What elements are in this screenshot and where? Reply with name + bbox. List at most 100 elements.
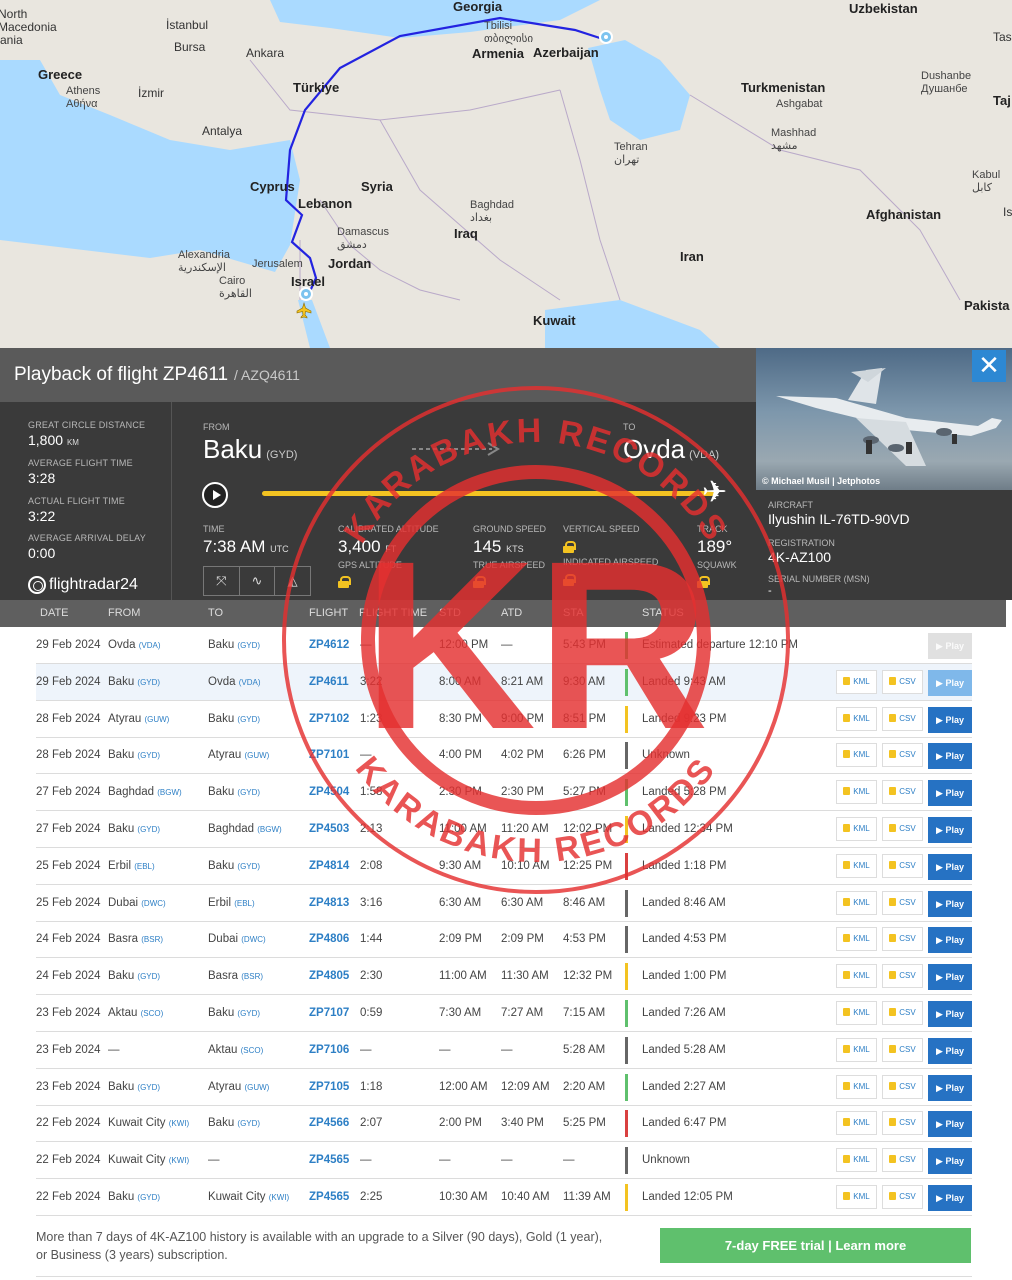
kml-button[interactable]: KML [836, 1074, 877, 1099]
csv-button[interactable]: CSV [882, 853, 923, 878]
row-to[interactable]: Erbil (EBL) [208, 897, 255, 909]
row-flight-number[interactable]: ZP4805 [309, 970, 349, 982]
row-from[interactable]: Baku (GYD) [108, 970, 160, 982]
table-row[interactable]: 24 Feb 2024 Basra (BSR) Dubai (DWC) ZP4806 1… [36, 921, 972, 959]
free-trial-button[interactable]: 7-day FREE trial | Learn more [660, 1228, 971, 1263]
csv-button[interactable]: CSV [882, 1148, 923, 1173]
row-from[interactable]: — [108, 1044, 120, 1056]
csv-button[interactable]: CSV [882, 706, 923, 731]
row-flight-number[interactable]: ZP4504 [309, 786, 349, 798]
row-to[interactable]: Dubai (DWC) [208, 933, 266, 945]
csv-button[interactable]: CSV [882, 1111, 923, 1136]
row-flight-number[interactable]: ZP7102 [309, 713, 349, 725]
altitude-graph-icon[interactable]: ◭ [275, 567, 310, 595]
row-flight-number[interactable]: ZP4565 [309, 1191, 349, 1203]
csv-button[interactable]: CSV [882, 964, 923, 989]
row-flight-number[interactable]: ZP4814 [309, 860, 349, 872]
play-button[interactable]: ▶ Play [928, 817, 972, 843]
row-to[interactable]: Aktau (SCO) [208, 1044, 263, 1056]
row-flight-number[interactable]: ZP4566 [309, 1117, 349, 1129]
row-flight-number[interactable]: ZP7101 [309, 749, 349, 761]
row-to[interactable]: Baku (GYD) [208, 1007, 260, 1019]
destination-city[interactable]: Ovda (VDA) [623, 434, 719, 465]
route-icon[interactable]: ∿ [240, 567, 276, 595]
table-row[interactable]: 23 Feb 2024 Aktau (SCO) Baku (GYD) ZP7107 0:… [36, 995, 972, 1032]
table-row[interactable]: 22 Feb 2024 Kuwait City (KWI) — ZP4565 — — — —… [36, 1142, 972, 1180]
play-button[interactable]: ▶ Play [928, 1185, 972, 1211]
row-from[interactable]: Baku (GYD) [108, 676, 160, 688]
row-flight-number[interactable]: ZP7106 [309, 1044, 349, 1056]
table-row[interactable]: 29 Feb 2024 Baku (GYD) Ovda (VDA) ZP4611 3:2… [36, 663, 972, 701]
play-button[interactable]: ▶ Play [928, 890, 972, 917]
play-button[interactable]: ▶ Play [928, 1111, 972, 1138]
table-row[interactable]: 28 Feb 2024 Atyrau (GUW) Baku (GYD) ZP7102 1… [36, 701, 972, 738]
registration-value[interactable]: 4K-AZ100 [768, 549, 831, 565]
kml-button[interactable]: KML [836, 1037, 877, 1062]
row-to[interactable]: Baku (GYD) [208, 1117, 260, 1129]
row-flight-number[interactable]: ZP4806 [309, 933, 349, 945]
table-row[interactable]: 27 Feb 2024 Baghdad (BGW) Baku (GYD) ZP4504… [36, 774, 972, 812]
csv-button[interactable]: CSV [882, 743, 923, 768]
play-button[interactable]: ▶ Play [928, 743, 972, 770]
csv-button[interactable]: CSV [882, 927, 923, 952]
row-from[interactable]: Baku (GYD) [108, 1081, 160, 1093]
csv-button[interactable]: CSV [882, 817, 923, 841]
kml-button[interactable]: KML [836, 780, 877, 805]
row-flight-number[interactable]: ZP4565 [309, 1154, 349, 1166]
row-flight-number[interactable]: ZP4503 [309, 823, 349, 835]
table-row[interactable]: 28 Feb 2024 Baku (GYD) Atyrau (GUW) ZP7101 —… [36, 737, 972, 775]
close-button[interactable]: ✕ [972, 350, 1006, 382]
row-from[interactable]: Dubai (DWC) [108, 897, 166, 909]
row-flight-number[interactable]: ZP7105 [309, 1081, 349, 1093]
kml-button[interactable]: KML [836, 1001, 877, 1025]
flight-map[interactable]: North Macedonia ania İstanbul Georgia Tb… [0, 0, 1012, 348]
row-to[interactable]: Ovda (VDA) [208, 676, 260, 688]
row-from[interactable]: Kuwait City (KWI) [108, 1154, 189, 1166]
kml-button[interactable]: KML [836, 927, 877, 952]
csv-button[interactable]: CSV [882, 780, 923, 805]
csv-button[interactable]: CSV [882, 669, 923, 694]
csv-button[interactable]: CSV [882, 1001, 923, 1025]
play-button[interactable]: ▶ Play [928, 1001, 972, 1027]
table-row[interactable]: 22 Feb 2024 Baku (GYD) Kuwait City (KWI) ZP… [36, 1179, 972, 1216]
fullscreen-icon[interactable]: ⤧ [204, 567, 240, 595]
table-row[interactable]: 24 Feb 2024 Baku (GYD) Basra (BSR) ZP4805 2:… [36, 958, 972, 996]
table-row[interactable]: 25 Feb 2024 Erbil (EBL) Baku (GYD) ZP4814 2:… [36, 848, 972, 885]
row-to[interactable]: Baku (GYD) [208, 713, 260, 725]
row-flight-number[interactable]: ZP7107 [309, 1007, 349, 1019]
row-from[interactable]: Aktau (SCO) [108, 1007, 163, 1019]
kml-button[interactable]: KML [836, 706, 877, 731]
flightradar24-logo[interactable]: flightradar24 [28, 576, 138, 594]
kml-button[interactable]: KML [836, 1148, 877, 1173]
row-from[interactable]: Basra (BSR) [108, 933, 163, 945]
kml-button[interactable]: KML [836, 1185, 877, 1209]
row-flight-number[interactable]: ZP4611 [309, 676, 349, 688]
table-row[interactable]: 22 Feb 2024 Kuwait City (KWI) Baku (GYD) ZP… [36, 1105, 972, 1143]
row-flight-number[interactable]: ZP4612 [309, 639, 349, 651]
row-to[interactable]: Kuwait City (KWI) [208, 1191, 289, 1203]
csv-button[interactable]: CSV [882, 1185, 923, 1209]
table-row[interactable]: 29 Feb 2024 Ovda (VDA) Baku (GYD) ZP4612 — 12… [36, 627, 972, 664]
play-button[interactable]: ▶ Play [928, 780, 972, 807]
kml-button[interactable]: KML [836, 890, 877, 915]
csv-button[interactable]: CSV [882, 1037, 923, 1062]
play-button[interactable]: ▶ Play [928, 669, 972, 696]
row-from[interactable]: Atyrau (GUW) [108, 713, 169, 725]
row-to[interactable]: Baku (GYD) [208, 786, 260, 798]
table-row[interactable]: 23 Feb 2024 — Aktau (SCO) ZP7106 — — — 5:28 AM… [36, 1032, 972, 1069]
kml-button[interactable]: KML [836, 669, 877, 694]
kml-button[interactable]: KML [836, 1111, 877, 1136]
aircraft-type[interactable]: Ilyushin IL-76TD-90VD [768, 511, 910, 527]
row-to[interactable]: — [208, 1154, 220, 1166]
kml-button[interactable]: KML [836, 817, 877, 841]
playback-progress-bar[interactable] [262, 491, 714, 496]
play-button[interactable]: ▶ Play [928, 633, 972, 659]
row-to[interactable]: Baghdad (BGW) [208, 823, 282, 835]
row-from[interactable]: Baku (GYD) [108, 749, 160, 761]
row-from[interactable]: Baku (GYD) [108, 823, 160, 835]
row-to[interactable]: Baku (GYD) [208, 639, 260, 651]
play-button[interactable]: ▶ Play [928, 1148, 972, 1175]
play-button[interactable]: ▶ Play [928, 1074, 972, 1101]
row-from[interactable]: Erbil (EBL) [108, 860, 155, 872]
row-from[interactable]: Ovda (VDA) [108, 639, 160, 651]
